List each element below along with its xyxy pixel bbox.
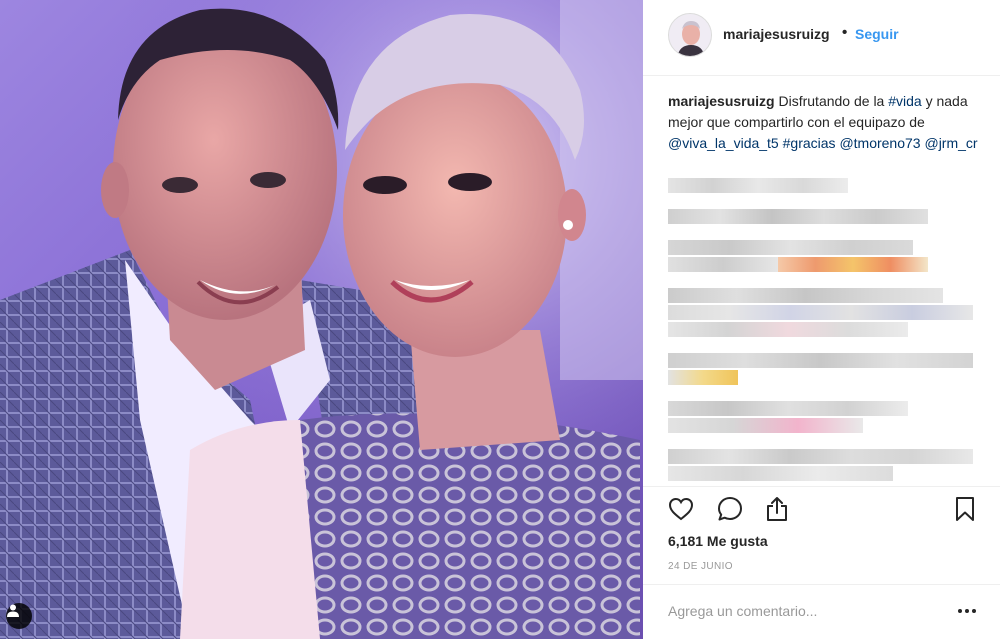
redacted-comment bbox=[668, 288, 943, 303]
share-button[interactable] bbox=[761, 493, 793, 525]
more-options-button[interactable] bbox=[953, 597, 981, 625]
pixelated-comments bbox=[668, 176, 988, 484]
avatar[interactable] bbox=[668, 13, 712, 57]
redacted-comment bbox=[668, 466, 893, 481]
redacted-emoji-row bbox=[668, 370, 738, 385]
action-bar bbox=[643, 486, 1000, 530]
avatar-image bbox=[669, 14, 711, 56]
header-username[interactable]: mariajesusruizg bbox=[723, 26, 830, 42]
selfie-image bbox=[0, 0, 643, 639]
comment-bar bbox=[643, 584, 1000, 639]
comment-input[interactable] bbox=[668, 599, 938, 623]
redacted-comment bbox=[668, 401, 908, 416]
post-date[interactable]: 24 DE JUNIO bbox=[668, 561, 733, 572]
post-caption: mariajesusruizg Disfrutando de la #vida … bbox=[668, 91, 983, 154]
redacted-comment bbox=[668, 353, 973, 368]
save-button[interactable] bbox=[949, 493, 981, 525]
mention-jrm-cr[interactable]: @jrm_cr bbox=[924, 135, 977, 151]
hashtag-gracias[interactable]: #gracias bbox=[783, 135, 836, 151]
header-separator-dot: • bbox=[842, 24, 848, 41]
share-icon bbox=[767, 497, 787, 521]
redacted-comment bbox=[668, 240, 913, 255]
redacted-comment bbox=[668, 209, 928, 224]
bookmark-icon bbox=[956, 497, 974, 521]
like-button[interactable] bbox=[665, 493, 697, 525]
redacted-comment bbox=[668, 449, 973, 464]
redacted-comment bbox=[668, 305, 973, 320]
redacted-comment bbox=[668, 257, 778, 272]
redacted-comment bbox=[668, 322, 908, 337]
follow-button[interactable]: Seguir bbox=[855, 26, 899, 42]
more-options-icon bbox=[958, 609, 976, 613]
comment-bubble-icon bbox=[718, 497, 742, 521]
caption-username[interactable]: mariajesusruizg bbox=[668, 93, 775, 109]
heart-icon bbox=[668, 497, 694, 521]
post-header: mariajesusruizg • Seguir bbox=[643, 0, 1000, 76]
redacted-comment bbox=[668, 418, 863, 433]
redacted-emoji-row bbox=[778, 257, 928, 272]
post-side-panel: mariajesusruizg • Seguir mariajesusruizg… bbox=[643, 0, 1000, 639]
mention-tmoreno[interactable]: @tmoreno73 bbox=[839, 135, 920, 151]
post-photo[interactable] bbox=[0, 0, 643, 639]
likes-count[interactable]: 6,181 Me gusta bbox=[668, 533, 768, 549]
mention-viva-la-vida[interactable]: @viva_la_vida_t5 bbox=[668, 135, 779, 151]
caption-text: Disfrutando de la bbox=[774, 93, 889, 109]
comment-button[interactable] bbox=[714, 493, 746, 525]
hashtag-vida[interactable]: #vida bbox=[888, 93, 921, 109]
user-tag-button[interactable] bbox=[6, 603, 32, 629]
user-tag-icon bbox=[7, 604, 19, 617]
redacted-comment bbox=[668, 178, 848, 193]
